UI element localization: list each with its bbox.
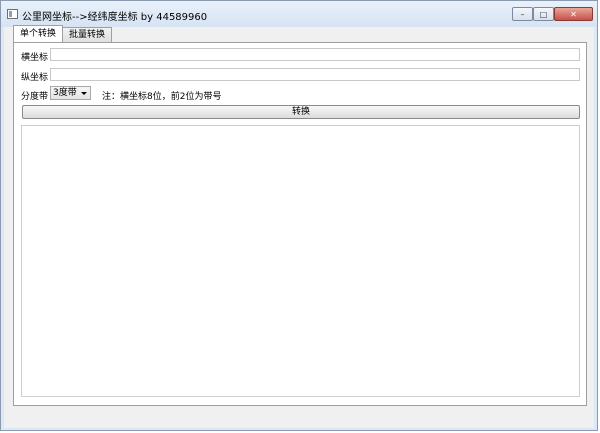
y-coordinate-input[interactable] xyxy=(50,68,580,81)
app-window: 公里网坐标-->经纬度坐标 by 44589960 – □ ✕ 单个转换 批量转… xyxy=(0,0,598,431)
close-button[interactable]: ✕ xyxy=(554,7,593,21)
convert-button[interactable]: 转换 xyxy=(22,105,580,119)
tab-panel-single: 横坐标 纵坐标 分度带 3度带 注：横坐标8位，前2位为带号 转换 xyxy=(13,42,587,406)
x-coordinate-input[interactable] xyxy=(50,48,580,61)
window-controls: – □ ✕ xyxy=(512,7,593,21)
tab-batch-convert[interactable]: 批量转换 xyxy=(62,27,113,42)
maximize-button[interactable]: □ xyxy=(533,7,554,21)
output-textarea[interactable] xyxy=(21,125,580,397)
zone-select[interactable]: 3度带 xyxy=(50,86,91,100)
zone-note: 注：横坐标8位，前2位为带号 xyxy=(102,92,222,102)
app-icon xyxy=(7,9,18,19)
zone-label: 分度带 xyxy=(21,92,49,102)
tab-single-convert[interactable]: 单个转换 xyxy=(13,25,64,42)
minimize-icon: – xyxy=(520,9,525,19)
zone-select-value: 3度带 xyxy=(53,88,77,98)
window-title: 公里网坐标-->经纬度坐标 by 44589960 xyxy=(22,12,208,23)
tab-bar: 单个转换 批量转换 xyxy=(13,25,113,43)
y-coordinate-label: 纵坐标 xyxy=(21,73,49,83)
x-coordinate-label: 横坐标 xyxy=(21,53,49,63)
client-area: 单个转换 批量转换 横坐标 纵坐标 分度带 3度带 注：横坐标8位，前2位为带号… xyxy=(4,25,594,428)
title-bar[interactable]: 公里网坐标-->经纬度坐标 by 44589960 – □ ✕ xyxy=(1,1,597,27)
close-icon: ✕ xyxy=(570,9,577,19)
minimize-button[interactable]: – xyxy=(512,7,533,21)
chevron-down-icon xyxy=(81,92,87,95)
maximize-icon: □ xyxy=(539,9,548,19)
